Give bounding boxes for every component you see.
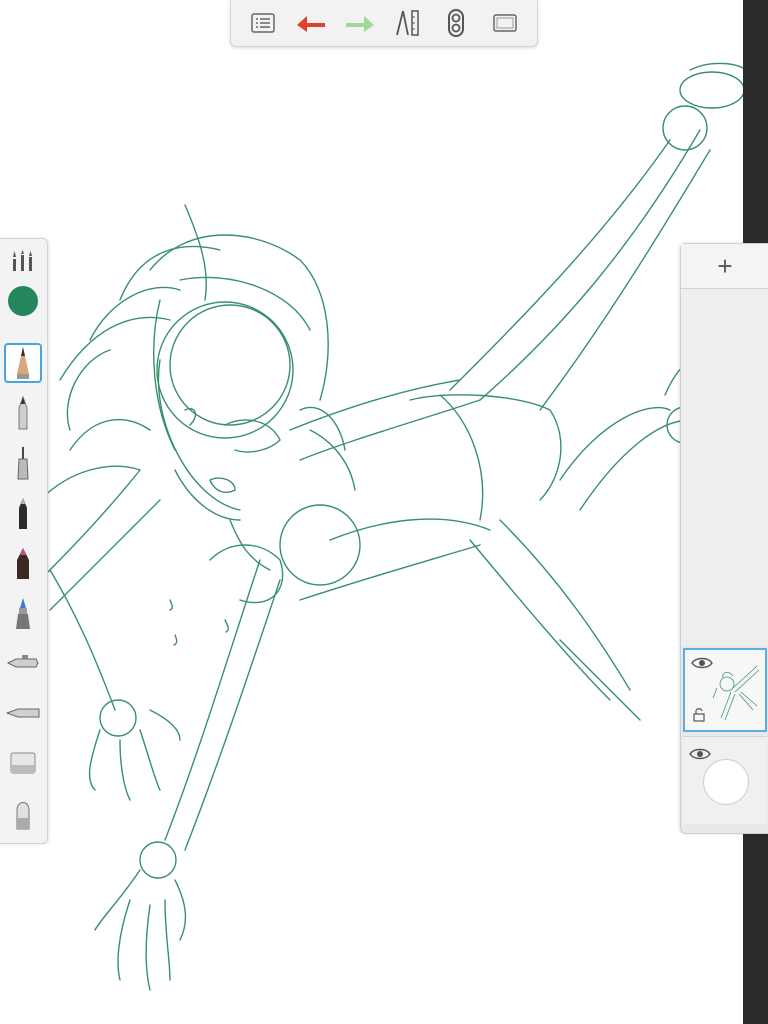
drawing-canvas[interactable]: [0, 0, 768, 1024]
redo-arrow-icon[interactable]: [342, 5, 378, 41]
layer-preview-image: [712, 665, 760, 721]
copic-color-icon[interactable]: [438, 5, 474, 41]
marker-tool-icon[interactable]: [4, 493, 42, 533]
eye-icon[interactable]: [691, 656, 713, 674]
pencil-tool-icon[interactable]: [4, 343, 42, 383]
top-toolbar: [230, 0, 538, 47]
unlock-icon[interactable]: [693, 708, 705, 727]
paint-brush-tool-icon[interactable]: [4, 593, 42, 633]
fullscreen-icon[interactable]: [487, 5, 523, 41]
technical-pen-tool-icon[interactable]: [4, 443, 42, 483]
ruler-compass-icon[interactable]: [390, 5, 426, 41]
eraser-tool-icon[interactable]: [4, 743, 42, 783]
add-layer-button[interactable]: +: [681, 244, 768, 289]
felt-tip-tool-icon[interactable]: [4, 543, 42, 583]
ballpoint-pen-tool-icon[interactable]: [4, 393, 42, 433]
layer-thumbnail-sketch[interactable]: [683, 648, 767, 732]
brush-toolbar: [0, 238, 48, 844]
undo-arrow-icon[interactable]: [293, 5, 329, 41]
brush-properties-icon[interactable]: [4, 241, 42, 281]
layers-panel: +: [680, 243, 768, 834]
layer-list-empty-area: [681, 289, 768, 646]
smudge-tool-icon[interactable]: [4, 693, 42, 733]
current-color-swatch[interactable]: [4, 281, 42, 321]
color-dot: [8, 286, 38, 316]
eye-icon[interactable]: [689, 747, 711, 765]
menu-list-icon[interactable]: [245, 5, 281, 41]
blender-tool-icon[interactable]: [4, 793, 42, 833]
layer-thumbnail-background[interactable]: [683, 736, 767, 824]
airbrush-tool-icon[interactable]: [4, 643, 42, 683]
background-color-circle: [703, 759, 749, 805]
